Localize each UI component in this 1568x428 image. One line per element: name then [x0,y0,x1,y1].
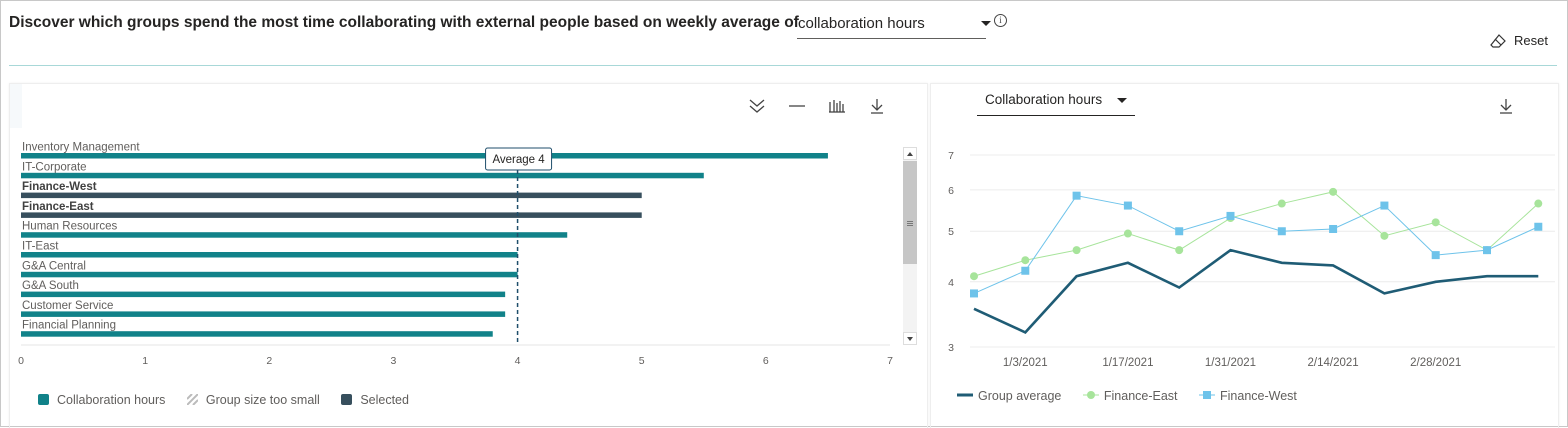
bar-category-label: IT-East [22,241,59,253]
eraser-icon [1490,34,1506,48]
groups-bar-chart: 0 1 2 3 4 5 6 7 Inventory Management IT-Corporate… [18,142,893,368]
series-point [1021,266,1030,275]
y-tick-label: 7 [948,150,954,162]
series-point [970,272,978,281]
bar-category-label: IT-Corporate [22,161,87,173]
y-tick-label: 6 [948,185,954,197]
series-line [973,248,1539,334]
scroll-up-icon [907,152,913,156]
chart-metric-dropdown[interactable]: Collaboration hours [977,88,1135,116]
series-point [1072,246,1081,255]
series-point [1072,191,1081,200]
bar [21,252,518,258]
trend-line-chart: 3 4 5 6 7 1/3/2021 1/17/2021 1/31/2021 2/14/2021… [948,150,1555,369]
bar-category-label: G&A South [22,280,79,292]
legend-item-finance-west[interactable]: Finance-West [1199,389,1297,403]
bar [21,311,506,317]
series-point [1380,231,1389,240]
bar [21,153,828,159]
series-point [1123,229,1132,238]
circle-marker-icon [1082,391,1099,399]
scroll-up-button[interactable] [903,147,917,160]
x-tick-label: 1 [142,355,148,367]
x-tick-label: 4 [515,355,521,367]
x-tick-label: 2/28/2021 [1410,357,1461,369]
series-point [1431,251,1440,260]
bar-category-label: Finance-East [22,201,94,213]
bar [21,271,518,278]
line-swatch-icon [957,393,973,397]
x-tick-label: 0 [18,355,24,367]
series-point [970,289,978,298]
reset-label: Reset [1514,33,1548,48]
x-tick-label: 2/14/2021 [1308,357,1359,369]
bar-category-label: Financial Planning [22,320,116,332]
bar-category-label: Human Resources [22,221,117,233]
chevron-down-icon [981,21,991,26]
scroll-down-icon [907,337,913,341]
scroll-thumb[interactable] [903,161,917,264]
series-point [1175,227,1184,236]
bar-category-label: Customer Service [22,300,113,312]
square-marker-icon [1199,391,1216,399]
download-icon[interactable] [1497,97,1515,115]
bar [21,232,568,238]
bar [21,331,493,337]
series-point [1021,256,1030,265]
info-icon[interactable]: i [994,14,1007,27]
legend-item-finance-east[interactable]: Finance-East [1082,389,1178,403]
legend-item-group-average[interactable]: Group average [957,389,1061,403]
x-tick-label: 7 [887,355,893,367]
x-tick-label: 3 [391,355,397,367]
chart-metric-dropdown-value: Collaboration hours [985,92,1103,107]
bar-category-label: Finance-West [22,181,97,193]
reset-button[interactable]: Reset [1490,33,1548,48]
x-tick-label: 6 [763,355,769,367]
legend-swatch [341,394,353,405]
y-tick-label: 5 [948,226,954,238]
y-tick-label: 4 [948,277,954,289]
legend-item-selected[interactable]: Selected [341,393,409,407]
x-tick-label: 5 [639,355,645,367]
bar [21,212,642,218]
x-tick-label: 1/17/2021 [1102,357,1153,369]
series-point [1431,218,1440,227]
bar [21,291,506,298]
bar [21,192,642,199]
line-chart-legend: Group average Finance-East Finance-West [957,389,1315,403]
bar-chart-legend: Collaboration hours Group size too small… [38,393,427,407]
scroll-down-button[interactable] [903,332,917,345]
series-point [1329,224,1338,233]
series-line [973,191,1539,277]
bar-category-label: G&A Central [22,260,86,272]
x-tick-label: 2 [266,355,272,367]
series-point [1175,246,1184,255]
hatch-swatch-icon [186,393,199,406]
series-point [1277,199,1286,208]
legend-item-group-size-too-small[interactable]: Group size too small [186,393,320,407]
legend-swatch [38,394,49,405]
average-callout: Average 4 [485,147,553,171]
x-tick-label: 1/3/2021 [1003,357,1048,369]
series-point [1329,187,1338,196]
series-point [1483,246,1491,255]
series-point [1534,199,1543,208]
series-point [1226,211,1235,220]
bar-category-label: Inventory Management [22,142,140,154]
series-point [1123,201,1132,210]
series-point [1277,227,1286,236]
bar [21,172,704,179]
series-point [1380,201,1389,210]
y-tick-label: 3 [948,342,954,354]
chevron-down-icon [1117,98,1127,103]
legend-item-collaboration-hours[interactable]: Collaboration hours [38,393,165,407]
average-label: Average 4 [492,154,545,166]
series-point [1534,222,1543,231]
x-tick-label: 1/31/2021 [1205,357,1256,369]
bar-chart-scrollbar[interactable] [903,147,917,345]
